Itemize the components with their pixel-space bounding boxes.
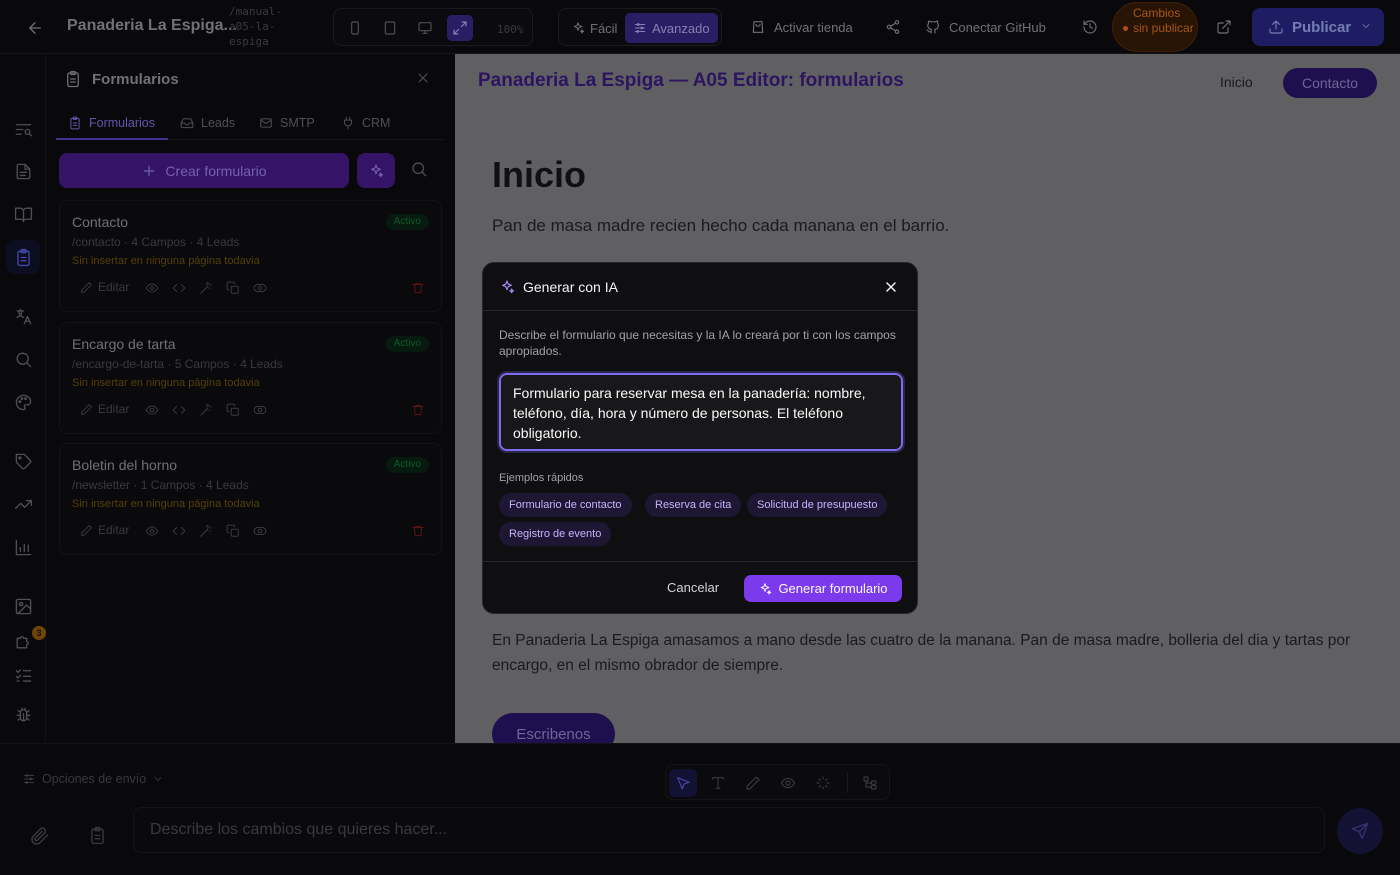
- cancel-button[interactable]: Cancelar: [663, 576, 723, 600]
- example-chip[interactable]: Formulario de contacto: [499, 493, 632, 517]
- sparkles-icon: [502, 280, 515, 294]
- form-description-input[interactable]: Formulario para reservar mesa en la pana…: [499, 373, 903, 451]
- generate-form-button[interactable]: Generar formulario: [744, 575, 902, 602]
- example-chip[interactable]: Reserva de cita: [645, 493, 742, 517]
- sparkles-icon: [761, 582, 772, 595]
- close-icon: [886, 282, 896, 292]
- dialog-title-text: Generar con IA: [523, 279, 618, 295]
- example-chip[interactable]: Solicitud de presupuesto: [747, 493, 888, 517]
- ai-generate-dialog: Generar con IA Describe el formulario qu…: [482, 262, 918, 614]
- examples-label: Ejemplos rápidos: [499, 472, 584, 484]
- dialog-description: Describe el formulario que necesitas y l…: [499, 328, 896, 358]
- generate-form-label: Generar formulario: [778, 581, 888, 596]
- dialog-footer: Cancelar Generar formulario: [483, 561, 917, 613]
- dialog-header: Generar con IA: [483, 263, 917, 311]
- dialog-title: Generar con IA: [499, 279, 618, 295]
- example-chip[interactable]: Registro de evento: [499, 522, 612, 546]
- dialog-close-button[interactable]: [883, 279, 899, 295]
